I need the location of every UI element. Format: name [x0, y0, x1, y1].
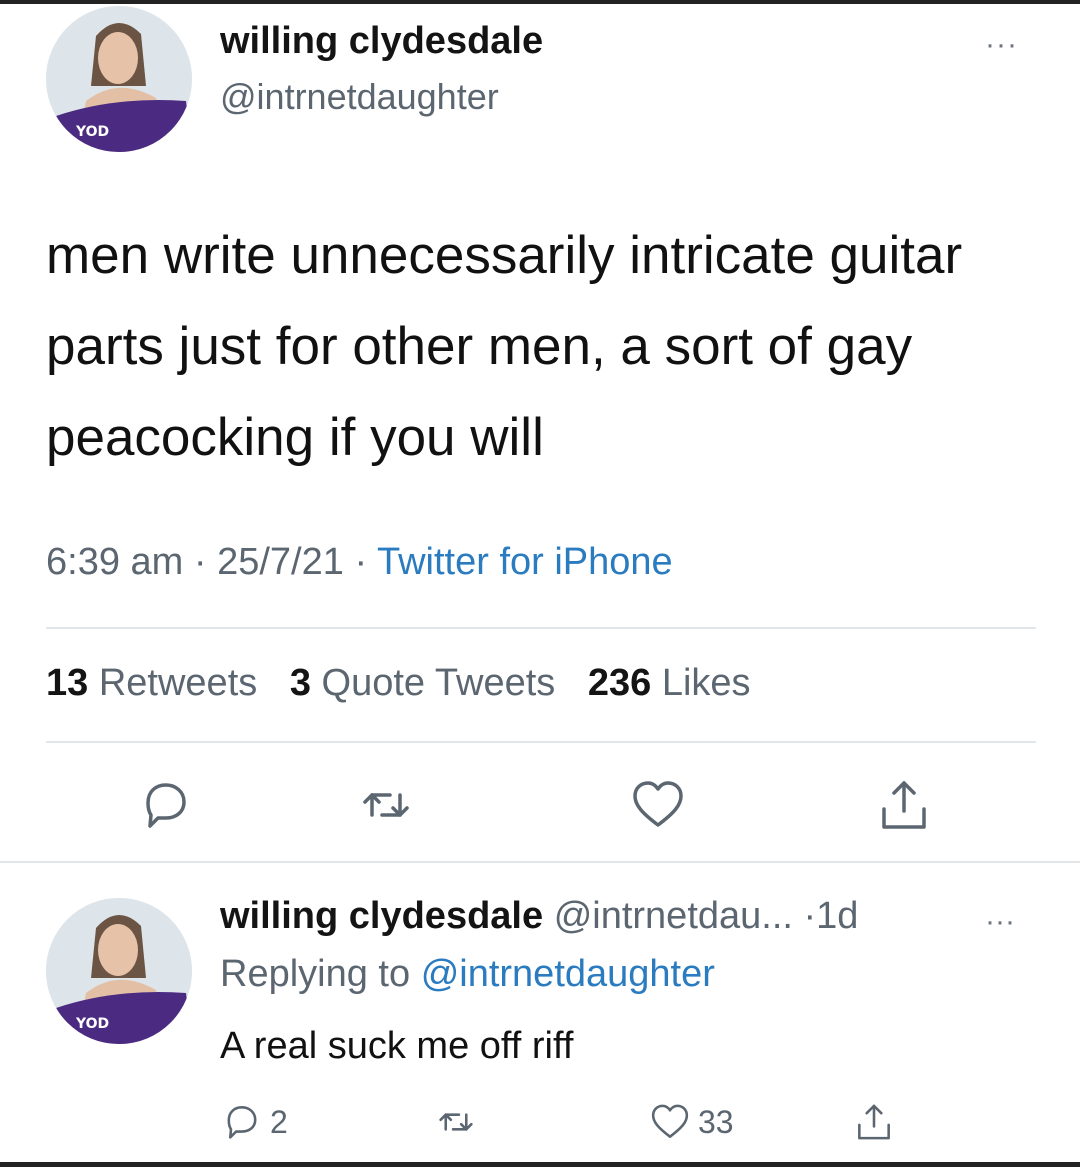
share-icon — [858, 1104, 890, 1140]
avatar[interactable]: YOD — [46, 6, 192, 152]
likes-label: Likes — [661, 662, 751, 704]
reply-icon — [227, 1106, 257, 1139]
top-edge — [0, 0, 1080, 4]
replying-to-link[interactable]: @intrnetdaughter — [421, 953, 715, 995]
reply-button[interactable] — [136, 775, 196, 835]
heart-icon — [633, 781, 683, 827]
retweets-label: Retweets — [98, 662, 258, 704]
reply-display-name[interactable]: willing clydesdale — [220, 895, 543, 937]
tweet-time: 6:39 am — [46, 541, 184, 583]
likes-count: 236 — [587, 662, 652, 704]
tweet-meta: 6:39 am · 25/7/21 · Twitter for iPhone — [46, 541, 673, 584]
likes-stat[interactable]: 236 Likes — [588, 662, 751, 704]
heart-icon — [651, 1104, 689, 1138]
retweets-count: 13 — [46, 662, 89, 704]
replying-to: Replying to @intrnetdaughter — [220, 953, 715, 996]
retweet-icon — [439, 1113, 473, 1131]
reply-share-button[interactable] — [852, 1100, 896, 1144]
reply-text: A real suck me off riff — [220, 1025, 574, 1067]
retweet-icon — [363, 793, 409, 817]
tweet-source[interactable]: Twitter for iPhone — [377, 541, 673, 583]
share-button[interactable] — [874, 775, 934, 835]
divider — [46, 627, 1036, 629]
reply-like-button[interactable]: 33 — [648, 1100, 734, 1144]
share-icon — [882, 781, 926, 829]
reply-age: ·1d — [803, 895, 859, 937]
reply-reply-button[interactable]: 2 — [220, 1100, 288, 1144]
retweets-stat[interactable]: 13 Retweets — [46, 662, 257, 704]
handle[interactable]: @intrnetdaughter — [220, 76, 499, 118]
reply-avatar[interactable]: YOD — [46, 898, 192, 1044]
svg-text:YOD: YOD — [75, 1016, 109, 1032]
more-options-icon[interactable]: ··· — [985, 28, 1018, 62]
reply-handle[interactable]: @intrnetdau... — [554, 895, 793, 937]
quotes-label: Quote Tweets — [321, 662, 556, 704]
reply-more-options-icon[interactable]: ··· — [985, 905, 1015, 939]
reply-count: 2 — [270, 1103, 288, 1140]
tweet-stats: 13 Retweets 3 Quote Tweets 236 Likes — [46, 662, 773, 705]
divider — [46, 741, 1036, 743]
quotes-count: 3 — [289, 662, 311, 704]
quote-tweets-stat[interactable]: 3 Quote Tweets — [290, 662, 555, 704]
replying-prefix: Replying to — [220, 953, 411, 995]
display-name[interactable]: willing clydesdale — [220, 20, 543, 63]
retweet-button[interactable] — [356, 775, 416, 835]
bottom-edge — [0, 1162, 1080, 1167]
tweet-text: men write unnecessarily intricate guitar… — [46, 226, 963, 467]
reply-like-count: 33 — [698, 1103, 734, 1140]
reply-header: willing clydesdale @intrnetdau... ·1d — [220, 895, 858, 938]
reply-icon — [146, 783, 186, 828]
tweet-date: 25/7/21 — [217, 541, 344, 583]
reply-retweet-button[interactable] — [434, 1100, 478, 1144]
avatar-image: YOD — [46, 6, 192, 152]
like-button[interactable] — [628, 775, 688, 835]
divider — [0, 861, 1080, 863]
svg-text:YOD: YOD — [75, 124, 109, 140]
meta-separator: · — [183, 541, 218, 583]
avatar-image: YOD — [46, 898, 192, 1044]
meta-separator: · — [343, 541, 377, 583]
